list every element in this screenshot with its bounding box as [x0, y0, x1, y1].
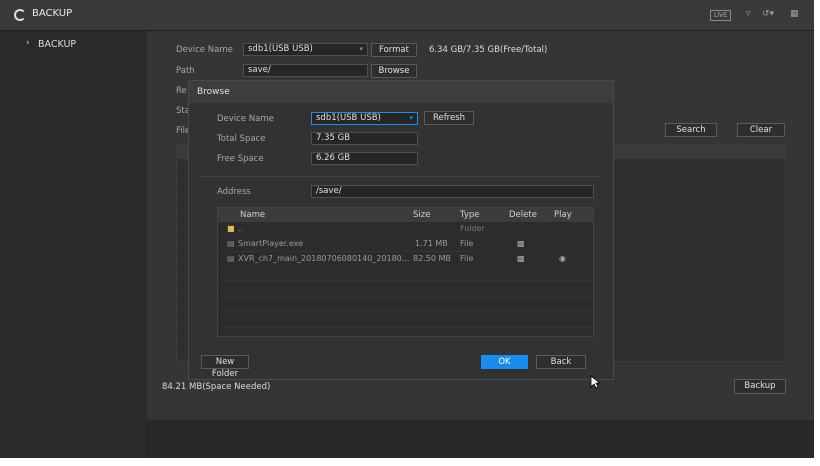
- file-row: [218, 282, 593, 297]
- file-row[interactable]: ■ .. Folder: [218, 222, 593, 237]
- total-space-field: 7.35 GB: [311, 132, 418, 145]
- space-needed-text: 84.21 MB(Space Needed): [162, 382, 271, 392]
- file-type: Folder: [460, 224, 485, 233]
- dialog-title-bar: Browse: [189, 81, 613, 103]
- file-icon: ▤: [227, 254, 235, 263]
- path-field[interactable]: save/: [243, 64, 368, 77]
- column-header-name[interactable]: Name: [240, 210, 265, 220]
- chevron-down-icon: ▾: [359, 45, 363, 53]
- record-label: Re: [176, 86, 187, 96]
- user-icon[interactable]: ▿: [746, 9, 751, 19]
- address-field[interactable]: /save/: [311, 185, 594, 198]
- address-label: Address: [217, 187, 251, 197]
- search-button[interactable]: Search: [665, 123, 717, 137]
- browse-button[interactable]: Browse: [371, 64, 417, 78]
- new-folder-button[interactable]: New Folder: [201, 355, 249, 379]
- file-name: ..: [238, 224, 244, 233]
- logout-icon[interactable]: ↺▾: [762, 9, 774, 19]
- device-name-label: Device Name: [176, 45, 233, 55]
- dialog-device-select[interactable]: sdb1(USB USB) ▾: [311, 112, 418, 125]
- grid-icon[interactable]: ▦: [790, 9, 799, 19]
- dialog-device-name-label: Device Name: [217, 114, 274, 124]
- footer-bar: [147, 420, 814, 458]
- free-space-field: 6.26 GB: [311, 152, 418, 165]
- capacity-text: 6.34 GB/7.35 GB(Free/Total): [429, 45, 548, 55]
- sidebar: › BACKUP: [0, 31, 147, 458]
- live-button[interactable]: LIVE: [710, 10, 732, 21]
- file-size: 1.71 MB: [415, 239, 448, 248]
- file-row: [218, 297, 593, 312]
- file-row: [218, 312, 593, 327]
- file-table-header: Name Size Type Delete Play: [218, 208, 593, 222]
- total-space-label: Total Space: [217, 134, 266, 144]
- file-row: [218, 267, 593, 282]
- sidebar-item-backup[interactable]: › BACKUP: [0, 36, 147, 54]
- column-header-delete[interactable]: Delete: [509, 210, 537, 220]
- trash-icon[interactable]: ▩: [517, 254, 525, 263]
- column-header-type[interactable]: Type: [460, 210, 480, 220]
- file-size: 82.50 MB: [413, 254, 451, 263]
- folder-icon: ■: [227, 224, 235, 233]
- backup-button[interactable]: Backup: [734, 379, 786, 394]
- refresh-button[interactable]: Refresh: [424, 111, 474, 125]
- play-icon[interactable]: ◉: [559, 254, 566, 263]
- backup-logo-icon: [14, 9, 26, 21]
- browse-dialog: Browse Device Name sdb1(USB USB) ▾ Refres…: [188, 80, 614, 380]
- dialog-divider: [201, 176, 601, 177]
- device-name-value: sdb1(USB USB): [248, 44, 313, 54]
- column-header-play[interactable]: Play: [554, 210, 572, 220]
- path-label: Path: [176, 66, 195, 76]
- file-table: Name Size Type Delete Play ■ .. Folder ▤…: [217, 207, 594, 337]
- app-window: BACKUP LIVE ▿ ↺▾ ▦ › BACKUP Device Name …: [0, 0, 814, 458]
- ok-button[interactable]: OK: [481, 355, 528, 369]
- file-row[interactable]: ▤ SmartPlayer.exe 1.71 MB File ▩: [218, 237, 593, 252]
- sidebar-item-label: BACKUP: [38, 39, 77, 50]
- clear-button[interactable]: Clear: [737, 123, 785, 137]
- back-button[interactable]: Back: [536, 355, 586, 369]
- chevron-right-icon: ›: [26, 38, 30, 48]
- file-type: File: [460, 239, 474, 248]
- mouse-cursor-icon: [590, 375, 600, 389]
- file-row[interactable]: ▤ XVR_ch7_main_20180706080140_20180... 8…: [218, 252, 593, 267]
- title-bar: BACKUP LIVE ▿ ↺▾ ▦: [0, 0, 814, 31]
- file-name: SmartPlayer.exe: [238, 239, 304, 248]
- free-space-label: Free Space: [217, 154, 264, 164]
- trash-icon[interactable]: ▩: [517, 239, 525, 248]
- file-name: XVR_ch7_main_20180706080140_20180...: [238, 254, 410, 263]
- dialog-title: Browse: [197, 87, 230, 97]
- chevron-down-icon: ▾: [409, 114, 413, 122]
- window-title: BACKUP: [32, 8, 73, 19]
- file-type: File: [460, 254, 474, 263]
- file-icon: ▤: [227, 239, 235, 248]
- dialog-device-value: sdb1(USB USB): [316, 113, 381, 123]
- column-header-size[interactable]: Size: [413, 210, 430, 220]
- format-button[interactable]: Format: [371, 43, 417, 57]
- device-name-select[interactable]: sdb1(USB USB) ▾: [243, 43, 368, 56]
